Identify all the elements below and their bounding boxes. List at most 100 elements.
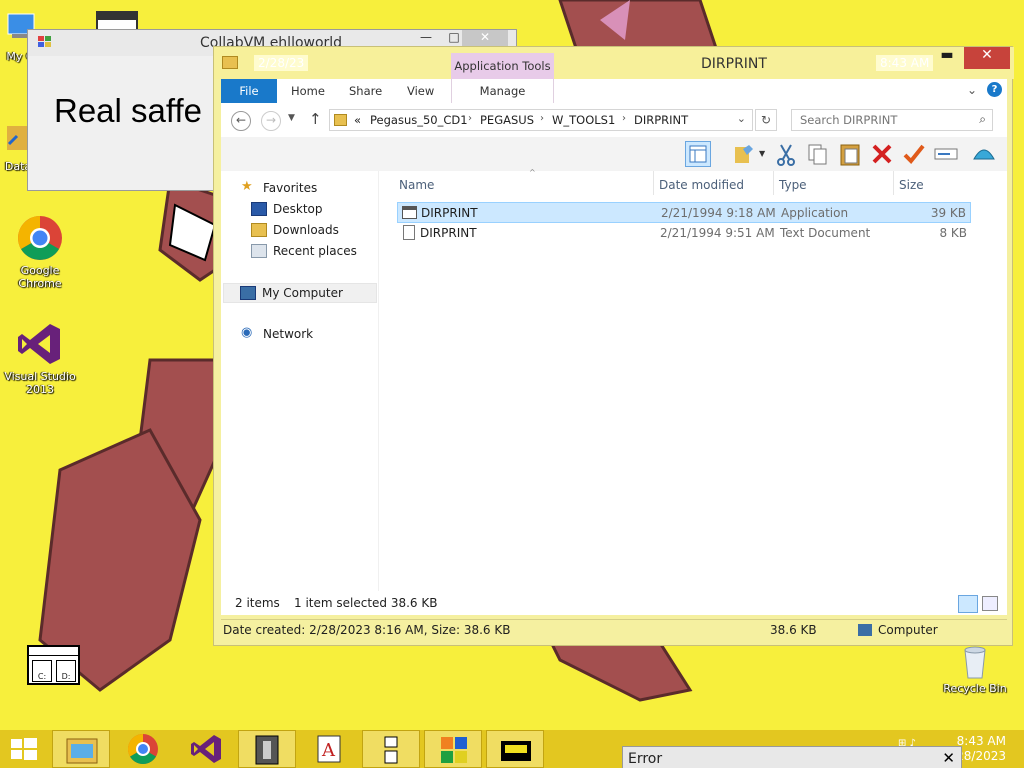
close-button[interactable]: ✕ (964, 47, 1010, 69)
preview-pane-icon[interactable] (685, 141, 711, 167)
address-path[interactable]: « Pegasus_50_CD1 › PEGASUS › W_TOOLS1 › … (329, 109, 753, 131)
contextual-tab-application-tools: Application Tools (451, 53, 554, 79)
nav-label: Downloads (273, 223, 339, 237)
taskbar-app-2[interactable]: A (300, 730, 358, 768)
column-header-type[interactable]: Type (779, 178, 807, 192)
breadcrumb-item[interactable]: PEGASUS (480, 113, 534, 127)
desktop-icon-visual-studio[interactable]: Visual Studio 2013 (0, 320, 80, 396)
explorer-window[interactable]: 2/28/23 Application Tools DIRPRINT 8:43 … (213, 46, 1014, 646)
column-divider[interactable] (653, 171, 654, 195)
drive-d-icon[interactable]: D: (56, 660, 76, 682)
taskbar-chrome[interactable] (114, 730, 172, 768)
forward-button[interactable]: → (261, 111, 281, 131)
drive-c-icon[interactable]: C: (32, 660, 52, 682)
properties-icon[interactable] (731, 141, 757, 167)
large-icons-view-button[interactable] (982, 596, 998, 611)
file-row[interactable]: DIRPRINT 2/21/1994 9:51 AM Text Document… (397, 223, 971, 244)
copy-icon[interactable] (805, 141, 831, 167)
column-header-date[interactable]: Date modified (659, 178, 744, 192)
computer-icon (240, 286, 256, 300)
tab-manage[interactable]: Manage (451, 79, 554, 103)
breadcrumb-separator[interactable]: › (540, 113, 544, 124)
paste-icon[interactable] (837, 141, 863, 167)
desktop-icon-recycle-bin[interactable]: Recycle Bin (935, 644, 1015, 695)
breadcrumb-item[interactable]: W_TOOLS1 (552, 113, 615, 127)
window-title: DIRPRINT (701, 56, 767, 72)
nav-item-desktop[interactable]: Desktop (251, 200, 371, 220)
breadcrumb-overflow[interactable]: « (354, 113, 361, 127)
tab-home[interactable]: Home (291, 79, 325, 103)
visual-studio-icon (16, 320, 64, 368)
column-header-name[interactable]: Name (399, 178, 434, 192)
status-bar: 2 items 1 item selected 38.6 KB (221, 591, 1007, 615)
explorer-content: ★ Favorites Desktop Downloads Recent pla… (221, 168, 1007, 591)
rename-icon[interactable] (933, 141, 959, 167)
svg-text:A: A (321, 740, 336, 761)
breadcrumb-item[interactable]: Pegasus_50_CD1 (370, 113, 468, 127)
help-icon[interactable]: ? (987, 82, 1002, 97)
taskbar-app-1[interactable] (238, 730, 296, 768)
back-button[interactable]: ← (231, 111, 251, 131)
breadcrumb-separator[interactable]: › (468, 113, 472, 124)
nav-item-downloads[interactable]: Downloads (251, 221, 371, 241)
taskbar-file-explorer[interactable] (52, 730, 110, 768)
application-icon (402, 206, 417, 219)
navigation-pane[interactable]: ★ Favorites Desktop Downloads Recent pla… (221, 171, 379, 591)
pixel-art-icon (501, 741, 531, 761)
start-button[interactable] (0, 730, 48, 768)
breadcrumb-item[interactable]: DIRPRINT (634, 113, 688, 127)
file-row[interactable]: DIRPRINT 2/21/1994 9:18 AM Application 3… (397, 202, 971, 223)
tab-view[interactable]: View (407, 79, 434, 103)
address-dropdown[interactable]: ⌄ (737, 112, 746, 125)
drive-d-label: D: (61, 672, 71, 681)
details-view-button[interactable] (958, 595, 978, 613)
checkmark-icon[interactable] (901, 141, 927, 167)
nav-label: Favorites (263, 181, 318, 195)
delete-icon[interactable] (869, 141, 895, 167)
cut-icon[interactable] (773, 141, 799, 167)
desktop-icon-google-chrome[interactable]: Google Chrome (0, 214, 80, 290)
taskbar-visual-studio[interactable] (176, 730, 234, 768)
file-size: 39 KB (930, 206, 966, 220)
minimize-button[interactable]: ▬ (934, 47, 960, 69)
file-details-info: Date created: 2/28/2023 8:16 AM, Size: 3… (223, 623, 511, 637)
chevron-down-icon[interactable]: ⌄ (967, 83, 977, 97)
nav-item-network[interactable]: ◉ Network (241, 325, 371, 345)
up-button[interactable]: ↑ (309, 110, 322, 128)
drive-c-label: C: (37, 672, 47, 681)
file-list[interactable]: ^ Name Date modified Type Size DIRPRINT … (391, 168, 1007, 591)
chrome-icon (127, 734, 158, 765)
error-dialog[interactable]: Error ✕ (622, 746, 962, 768)
column-divider[interactable] (773, 171, 774, 195)
file-size: 8 KB (939, 226, 967, 240)
sort-indicator-icon: ^ (529, 168, 536, 177)
close-icon[interactable]: ✕ (942, 749, 955, 767)
nav-item-my-computer[interactable]: My Computer (223, 283, 377, 303)
search-input[interactable] (800, 113, 970, 127)
file-date: 2/21/1994 9:18 AM (661, 206, 776, 220)
column-header-size[interactable]: Size (899, 178, 924, 192)
taskbar-app-4[interactable] (424, 730, 482, 768)
taskbar-app-5[interactable] (486, 730, 544, 768)
desktop-icon-label: Recycle Bin (943, 682, 1007, 695)
column-divider[interactable] (893, 171, 894, 195)
search-icon[interactable]: ⌕ (979, 112, 986, 127)
nav-item-recent-places[interactable]: Recent places (251, 242, 371, 262)
taskbar-app-3[interactable] (362, 730, 420, 768)
file-type: Text Document (780, 226, 871, 240)
explorer-titlebar[interactable]: 2/28/23 Application Tools DIRPRINT 8:43 … (214, 47, 1014, 79)
recent-locations-dropdown[interactable]: ▼ (288, 113, 295, 123)
shell-icon[interactable] (971, 141, 997, 167)
nav-item-favorites[interactable]: ★ Favorites (241, 179, 371, 199)
tab-file[interactable]: File (221, 79, 277, 103)
tab-share[interactable]: Share (349, 79, 382, 103)
properties-dropdown[interactable]: ▼ (759, 149, 765, 158)
drives-widget[interactable]: C: D: (27, 645, 80, 685)
desktop-icon-label: Visual Studio 2013 (4, 370, 76, 396)
window-body-text: Real saffe (54, 92, 202, 129)
search-box[interactable]: ⌕ (791, 109, 993, 131)
qat-date: 2/28/23 (254, 55, 309, 71)
desktop-icon (251, 202, 267, 216)
breadcrumb-separator[interactable]: › (622, 113, 626, 124)
refresh-button[interactable]: ↻ (755, 109, 777, 131)
